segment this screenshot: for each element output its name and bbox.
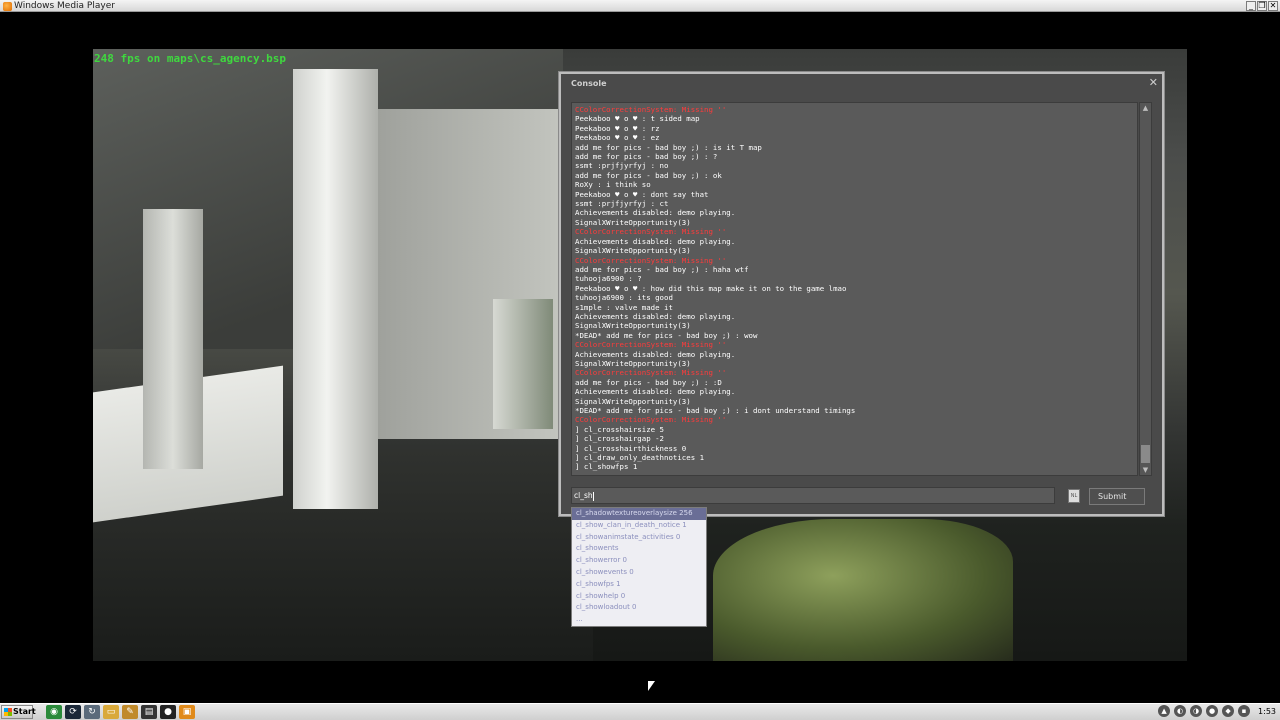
- autocomplete-item[interactable]: cl_showents: [572, 543, 706, 555]
- text-caret: [592, 491, 594, 501]
- autocomplete-item[interactable]: cl_showevents 0: [572, 567, 706, 579]
- console-window[interactable]: Console ✕ CColorCorrectionSystem: Missin…: [558, 71, 1165, 517]
- console-log-line: ssmt :prjfjyrfyj : no: [575, 161, 669, 171]
- console-log-line: Achievements disabled: demo playing.: [575, 387, 736, 397]
- scene-pillar: [293, 69, 378, 509]
- autocomplete-item[interactable]: cl_show_clan_in_death_notice 1: [572, 520, 706, 532]
- pencil-icon[interactable]: ✎: [122, 705, 138, 719]
- console-log-line: add me for pics - bad boy ;) : ok: [575, 170, 722, 180]
- scroll-down-icon[interactable]: ▼: [1140, 465, 1151, 475]
- quick-launch: ◉ ⟳ ↻ ▭ ✎ ▤ ● ▣: [46, 705, 195, 719]
- console-log-line: Peekaboo ♥ ο ♥ : dont say that: [575, 189, 709, 199]
- window-title: Windows Media Player: [3, 0, 115, 12]
- console-log-line: Peekaboo ♥ ο ♥ : t sided map: [575, 114, 700, 124]
- console-log-line: add me for pics - bad boy ;) : is it T m…: [575, 142, 762, 152]
- close-button[interactable]: ✕: [1268, 1, 1278, 11]
- scroll-up-icon[interactable]: ▲: [1140, 103, 1151, 113]
- console-log-line: SignalXWriteOpportunity(3): [575, 246, 691, 256]
- terminal-icon[interactable]: ▤: [141, 705, 157, 719]
- start-button[interactable]: Start: [1, 705, 36, 719]
- console-log-line: s1mple : valve made it: [575, 302, 673, 312]
- console-log-line: ] cl_crosshairgap -2: [575, 434, 664, 444]
- media-player-icon: [3, 1, 12, 11]
- console-log-line: tuhooja6900 : its good: [575, 293, 673, 303]
- scene-doorway: [493, 299, 553, 429]
- console-log-line: CColorCorrectionSystem: Missing '': [575, 255, 727, 265]
- taskbar: Start ◉ ⟳ ↻ ▭ ✎ ▤ ● ▣ ▲ ◐ ◑ ● ◆ ▪ 1:53: [0, 703, 1280, 720]
- console-log-line: Achievements disabled: demo playing.: [575, 208, 736, 218]
- console-log-line: add me for pics - bad boy ;) : haha wtf: [575, 264, 749, 274]
- windows-logo-icon: [4, 708, 12, 716]
- console-log-line: SignalXWriteOpportunity(3): [575, 321, 691, 331]
- console-log-line: CColorCorrectionSystem: Missing '': [575, 105, 727, 114]
- console-log-line: ] cl_crosshairthickness 0: [575, 443, 687, 453]
- console-log-line: Achievements disabled: demo playing.: [575, 236, 736, 246]
- fps-overlay: 248 fps on maps\cs_agency.bsp: [94, 52, 287, 65]
- console-input-text: cl_sh: [574, 491, 593, 500]
- display-icon[interactable]: ▪: [1238, 705, 1251, 717]
- scene-pillar: [143, 209, 203, 469]
- console-log-line: ssmt :prjfjyrfyj : ct: [575, 199, 669, 209]
- console-log-line: SignalXWriteOpportunity(3): [575, 396, 691, 406]
- folder-icon[interactable]: ▭: [103, 705, 119, 719]
- restore-button[interactable]: ❐: [1257, 1, 1267, 11]
- console-input[interactable]: cl_sh: [571, 487, 1055, 504]
- volume-icon[interactable]: ◑: [1190, 705, 1203, 717]
- system-tray: ▲ ◐ ◑ ● ◆ ▪ 1:53: [1158, 705, 1276, 717]
- console-log-line: RoXy : i think so: [575, 180, 651, 190]
- chrome-icon[interactable]: ◉: [46, 705, 62, 719]
- console-log-line: SignalXWriteOpportunity(3): [575, 358, 691, 368]
- console-log[interactable]: CColorCorrectionSystem: Missing '' Peekab…: [571, 102, 1138, 476]
- network-icon[interactable]: ◐: [1174, 705, 1187, 717]
- console-log-line: Peekaboo ♥ ο ♥ : how did this map make i…: [575, 283, 847, 293]
- console-log-line: CColorCorrectionSystem: Missing '': [575, 368, 727, 378]
- refresh-icon[interactable]: ↻: [84, 705, 100, 719]
- autocomplete-item[interactable]: cl_showanimstate_activities 0: [572, 532, 706, 544]
- console-log-line: SignalXWriteOpportunity(3): [575, 217, 691, 227]
- console-log-line: Achievements disabled: demo playing.: [575, 311, 736, 321]
- console-scrollbar[interactable]: ▲ ▼: [1139, 102, 1152, 476]
- clock[interactable]: 1:53: [1258, 707, 1276, 716]
- console-log-line: Peekaboo ♥ ο ♥ : ez: [575, 133, 660, 143]
- submit-button[interactable]: Submit: [1089, 488, 1145, 505]
- player-hand: [713, 519, 1013, 661]
- console-log-line: add me for pics - bad boy ;) : :D: [575, 377, 722, 387]
- autocomplete-item[interactable]: cl_showhelp 0: [572, 591, 706, 603]
- steam-tray-icon[interactable]: ●: [1206, 705, 1219, 717]
- nl-icon: NL: [1068, 489, 1080, 503]
- console-log-line: Peekaboo ♥ ο ♥ : rz: [575, 123, 660, 133]
- autocomplete-item[interactable]: cl_showerror 0: [572, 555, 706, 567]
- window-title-text: Windows Media Player: [14, 1, 115, 11]
- steam-icon[interactable]: ⟳: [65, 705, 81, 719]
- autocomplete-item[interactable]: ...: [572, 614, 706, 626]
- console-log-line: *DEAD* add me for pics - bad boy ;) : wo…: [575, 330, 758, 340]
- start-label: Start: [13, 707, 36, 716]
- console-log-line: add me for pics - bad boy ;) : ?: [575, 152, 718, 162]
- close-icon[interactable]: ✕: [1149, 76, 1158, 89]
- console-log-line: ] cl_crosshairsize 5: [575, 424, 664, 434]
- console-log-line: tuhooja6900 : ?: [575, 274, 642, 284]
- autocomplete-list[interactable]: cl_shadowtextureoverlaysize 256 cl_show_c…: [571, 507, 707, 627]
- expand-tray-icon[interactable]: ▲: [1158, 705, 1171, 717]
- window-titlebar[interactable]: Windows Media Player _ ❐ ✕: [0, 0, 1280, 12]
- scroll-thumb[interactable]: [1141, 445, 1150, 463]
- console-log-line: CColorCorrectionSystem: Missing '': [575, 415, 727, 425]
- console-log-line: Achievements disabled: demo playing.: [575, 349, 736, 359]
- console-log-line: CColorCorrectionSystem: Missing '': [575, 340, 727, 350]
- minimize-button[interactable]: _: [1246, 1, 1256, 11]
- autocomplete-item[interactable]: cl_showloadout 0: [572, 602, 706, 614]
- csgo-icon[interactable]: ●: [160, 705, 176, 719]
- console-log-line: ] cl_draw_only_deathnotices 1: [575, 453, 705, 463]
- console-log-line: CColorCorrectionSystem: Missing '': [575, 227, 727, 237]
- window-controls: _ ❐ ✕: [1246, 1, 1278, 11]
- autocomplete-item[interactable]: cl_shadowtextureoverlaysize 256: [572, 508, 706, 520]
- console-log-line: ] cl_showfps 1: [575, 462, 638, 472]
- console-title: Console: [571, 79, 607, 88]
- console-log-line: *DEAD* add me for pics - bad boy ;) : i …: [575, 406, 856, 415]
- autocomplete-item[interactable]: cl_showfps 1: [572, 579, 706, 591]
- security-icon[interactable]: ◆: [1222, 705, 1235, 717]
- media-player-icon[interactable]: ▣: [179, 705, 195, 719]
